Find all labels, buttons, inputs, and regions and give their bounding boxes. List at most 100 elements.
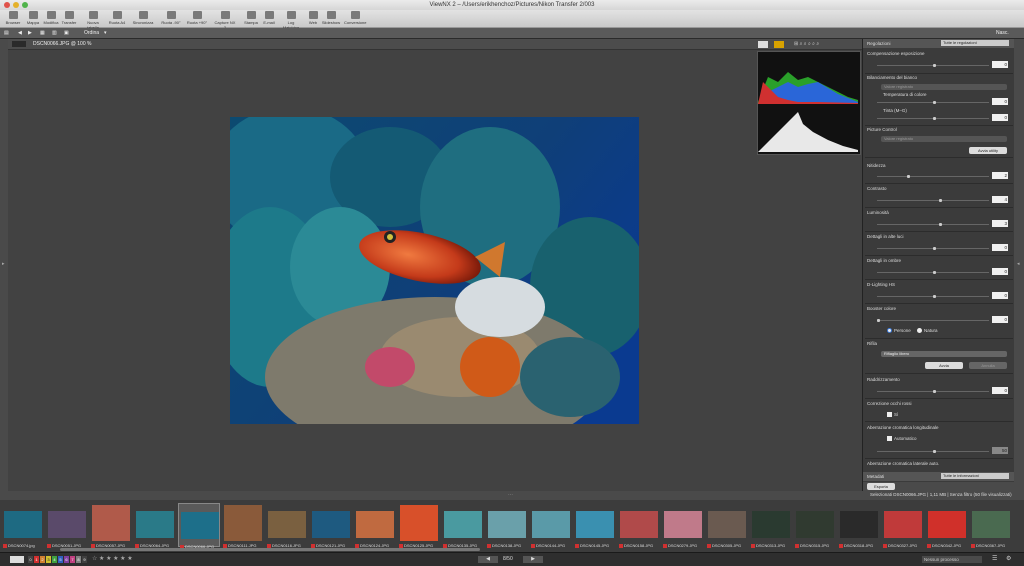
thumbnail[interactable]: DSCN0121.JPG [310,503,352,548]
rating-stars-icon[interactable]: ☆ ★ ★ ★ ★ ★ [92,555,133,562]
label-8[interactable]: 8 [76,556,81,563]
sort-label[interactable]: Ordina [84,29,99,37]
hide-panel-button[interactable]: Nasc. [996,29,1009,37]
settings-icon[interactable]: ⚙ [1006,555,1011,562]
preview-dropdown[interactable]: Nessun processo [922,556,982,563]
thumbnail-selected[interactable]: DSCN0066.JPG [178,503,220,549]
zoom-controls-icon[interactable]: ⊞ ⌕ ⌕ ⌕ ⌕ ⌕ [794,41,819,47]
color-booster-slider[interactable] [877,319,989,322]
back-arrow-icon[interactable]: ◀ [18,29,22,37]
straighten-value[interactable]: 0 [992,387,1008,394]
toolbar-rotate-left-button[interactable]: Ruota -90° [160,11,182,27]
label-3[interactable]: 3 [46,556,51,563]
histogram-toggle-icon[interactable] [774,41,784,48]
toolbar-capture-nx-button[interactable]: Capture NX 2 [214,11,236,30]
sharpness-slider[interactable] [877,175,989,178]
toolbar-transfer-button[interactable]: Transfer [58,11,80,27]
thumbnail[interactable]: DSCN0315.JPG [794,503,836,548]
thumbnail[interactable]: DSCN0313.JPG [750,503,792,548]
filmstrip-grip-icon[interactable]: ⋯ [508,492,513,498]
fullscreen-icon[interactable]: ▣ [64,29,69,37]
d-lighting-slider[interactable] [877,295,989,298]
right-collapse-strip[interactable]: ◂ [1014,39,1024,491]
white-balance-dropdown[interactable]: Valore registrato [881,84,1007,90]
single-view-icon[interactable] [758,41,768,48]
thumbnail[interactable]: DSCN0111.JPG [222,503,264,548]
sharpness-value[interactable]: 2 [992,172,1008,179]
viewer-mode-icon[interactable] [12,41,26,47]
contrast-value[interactable]: 4 [992,196,1008,203]
toolbar-rotate-right-button[interactable]: Ruota +90° [186,11,208,27]
expand-left-icon[interactable]: ▸ [2,261,5,267]
thumbnail[interactable]: DSCN0145.JPG [574,503,616,548]
toolbar-convert-button[interactable]: Conversione [344,11,366,27]
toolbar-sync-button[interactable]: Sincronizza [132,11,154,27]
thumbnail-size-icon[interactable] [10,556,24,563]
nature-radio[interactable] [917,328,922,333]
grid-view-icon[interactable]: ▦ [40,29,45,37]
toolbar-browser-button[interactable]: Browser [2,11,24,27]
label-4[interactable]: 4 [52,556,57,563]
metadata-dropdown[interactable]: Tutte le informazioni [941,473,1009,479]
tint-slider[interactable] [877,117,989,120]
thumbnail[interactable]: DSCN0144.JPG [530,503,572,548]
tint-value[interactable]: 0 [992,114,1008,121]
exposure-slider[interactable] [877,64,989,67]
previous-page-button[interactable]: ◀ [478,556,498,563]
axial-ca-value[interactable]: 50 [992,447,1008,454]
thumbnail[interactable]: DSCN0327.JPG [882,503,924,548]
axial-ca-slider[interactable] [877,450,989,453]
label-1[interactable]: 1 [34,556,39,563]
thumbnail[interactable]: DSCN0135.JPG [442,503,484,548]
minimize-window-button[interactable] [13,2,19,8]
highlights-slider[interactable] [877,247,989,250]
thumbnail[interactable]: DSCN0342.JPG [926,503,968,548]
sort-dropdown-icon[interactable]: ▾ [104,29,107,37]
color-booster-value[interactable]: 0 [992,316,1008,323]
toolbar-rotate-a4-button[interactable]: Ruota A4 [106,11,128,27]
crop-apply-button[interactable]: Avvia [925,362,963,369]
thumbnail[interactable]: DSCN0305.JPG [706,503,748,548]
label-9[interactable]: 9 [82,556,87,563]
thumbnail[interactable]: DSCN0318.JPG [838,503,880,548]
axial-ca-checkbox[interactable] [887,436,892,441]
toolbar-email-button[interactable]: E-mail [258,11,280,27]
label-5[interactable]: 5 [58,556,63,563]
thumbnail[interactable]: DSCN0064.JPG [134,503,176,548]
thumbnail[interactable]: DSCN0279.JPG [662,503,704,548]
highlights-value[interactable]: 0 [992,244,1008,251]
shadows-value[interactable]: 0 [992,268,1008,275]
list-view-icon[interactable]: ☰ [992,555,997,562]
crop-cancel-button[interactable]: Annulla [969,362,1007,369]
label-7[interactable]: 7 [70,556,75,563]
label-0[interactable]: 0 [28,556,33,563]
thumbnail[interactable]: DSCN0057.JPG [90,503,132,548]
color-temp-value[interactable]: 0 [992,98,1008,105]
picture-control-dropdown[interactable]: Valore registrato [881,136,1007,142]
thumbnail[interactable]: DSCN0116.JPG [266,503,308,548]
d-lighting-value[interactable]: 0 [992,292,1008,299]
close-window-button[interactable] [4,2,10,8]
metadata-header[interactable]: Metadati Tutte le informazioni [863,472,1015,481]
thumbnail[interactable]: DSCN0367.JPG [970,503,1012,548]
thumbnail[interactable]: DSCN0074.jpg [2,503,44,548]
toolbar-log-matching-button[interactable]: Log Matching [280,11,302,30]
thumbnail[interactable]: DSCN0124.JPG [354,503,396,548]
exposure-value[interactable]: 0 [992,61,1008,68]
launch-utility-button[interactable]: Avvia utility [969,147,1007,154]
toolbar-slideshow-button[interactable]: Slideshow [320,11,342,27]
label-6[interactable]: 6 [64,556,69,563]
thumbnail[interactable]: DSCN0125.JPG [398,503,440,548]
brightness-slider[interactable] [877,223,989,226]
next-page-button[interactable]: ▶ [523,556,543,563]
crop-dropdown[interactable]: Rifiaglio libero [881,351,1007,357]
thumbnail[interactable]: DSCN0051.JPG [46,503,88,548]
export-button[interactable]: Esporta [867,483,895,490]
toolbar-new-table-button[interactable]: Nuova tabella [82,11,104,30]
shadows-slider[interactable] [877,271,989,274]
people-radio[interactable] [887,328,892,333]
thumbnail[interactable]: DSCN0138.JPG [486,503,528,548]
red-eye-checkbox[interactable] [887,412,892,417]
expand-right-icon[interactable]: ◂ [1017,261,1020,267]
filmstrip-scrollbar[interactable] [60,548,480,551]
